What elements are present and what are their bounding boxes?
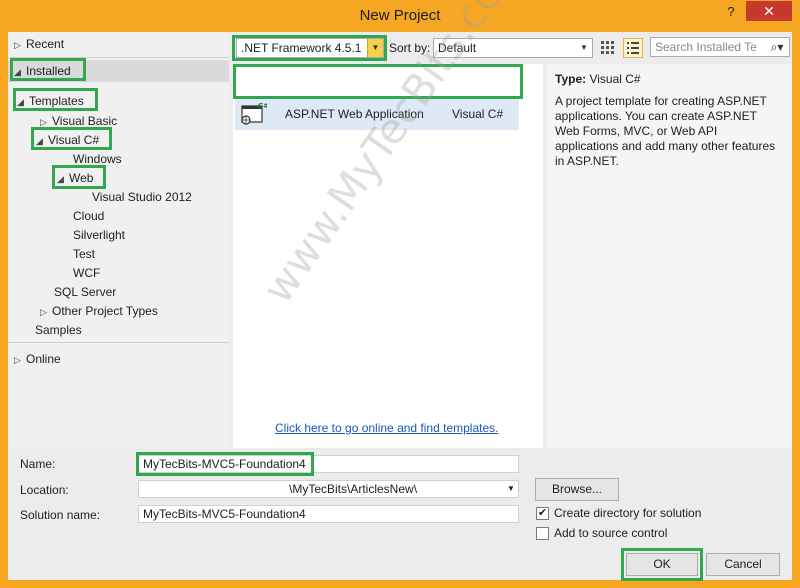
tree-item-online[interactable]: ▷ Online [14, 350, 61, 368]
template-type: Type: Visual C# [555, 72, 641, 86]
tree-item-label: Recent [26, 37, 65, 51]
find-templates-online-link[interactable]: Click here to go online and find templat… [275, 421, 498, 435]
template-list-panel: C# ASP.NET Web Application Visual C# www… [233, 0, 543, 448]
cancel-button[interactable]: Cancel [706, 553, 780, 576]
location-label: Location: [20, 483, 69, 497]
highlight-box [233, 64, 523, 99]
solution-name-label: Solution name: [20, 508, 101, 522]
template-description: A project template for creating ASP.NET … [555, 94, 776, 168]
tree-item-label: WCF [73, 266, 101, 280]
template-details-panel: Type: Visual C# A project template for c… [547, 64, 792, 448]
solution-name-input[interactable]: MyTecBits-MVC5-Foundation4 [138, 505, 519, 523]
browse-button[interactable]: Browse... [535, 478, 619, 501]
highlight-box [31, 127, 112, 150]
tree-item-samples[interactable]: Samples [35, 321, 82, 339]
title-bar: New Project ? ✕ [0, 0, 800, 33]
highlight-box [136, 452, 314, 476]
search-placeholder: Search Installed Te [655, 40, 757, 54]
location-value: \MyTecBits\ArticlesNew\ [289, 482, 418, 496]
search-input[interactable]: Search Installed Te ⌕▾ [650, 37, 790, 57]
web-app-icon: C# [241, 102, 269, 126]
template-language: Visual C# [452, 107, 504, 121]
tree-item-cloud[interactable]: Cloud [73, 207, 104, 225]
highlight-box [13, 88, 98, 111]
search-icon[interactable]: ⌕▾ [765, 38, 789, 56]
tree-item-label: Test [73, 247, 96, 261]
tree-item-label: Windows [73, 152, 122, 166]
close-button[interactable]: ✕ [746, 1, 792, 21]
template-category-tree: ▷ Recent ◢ Installed ◢ Templates ▷ Visual Ba… [8, 32, 229, 448]
source-control-label: Add to source control [554, 526, 668, 540]
tree-item-recent[interactable]: ▷ Recent [14, 35, 64, 53]
type-label: Type: [555, 72, 587, 86]
highlight-box [232, 35, 387, 61]
dropdown-arrow-icon[interactable]: ▼ [576, 39, 592, 57]
tree-item-label: Other Project Types [52, 304, 158, 318]
tree-item-label: SQL Server [54, 285, 117, 299]
tree-item-label: Online [26, 352, 61, 366]
location-dropdown[interactable]: \MyTecBits\ArticlesNew\ ▼ [138, 480, 519, 498]
expand-arrow-icon[interactable]: ▷ [14, 36, 26, 54]
window-title: New Project [359, 7, 441, 24]
tree-item-silverlight[interactable]: Silverlight [73, 226, 125, 244]
tree-item-wcf[interactable]: WCF [73, 264, 100, 282]
create-directory-label: Create directory for solution [554, 506, 702, 520]
tree-item-label: Visual Studio 2012 [92, 190, 192, 204]
tree-item-sql-server[interactable]: SQL Server [54, 283, 116, 301]
tree-item-label: Samples [35, 323, 82, 337]
expand-arrow-icon[interactable]: ▷ [40, 303, 52, 321]
tree-item-label: Cloud [73, 209, 105, 223]
highlight-box [52, 165, 106, 189]
dropdown-arrow-icon[interactable]: ▼ [504, 481, 518, 497]
new-project-dialog: New Project ? ✕ ▷ Recent ◢ Installed ◢ Temp… [0, 0, 800, 588]
type-value: Visual C# [589, 72, 641, 86]
highlight-box [621, 548, 703, 581]
dialog-client-area: ▷ Recent ◢ Installed ◢ Templates ▷ Visual Ba… [8, 0, 792, 581]
divider [8, 342, 229, 343]
name-label: Name: [20, 457, 56, 471]
source-control-checkbox[interactable] [536, 527, 549, 540]
tree-item-visual-studio-2012[interactable]: Visual Studio 2012 [92, 188, 192, 206]
create-directory-checkbox[interactable]: ✔ [536, 507, 549, 520]
small-icons-view-icon[interactable] [599, 39, 617, 57]
expand-arrow-icon[interactable]: ▷ [14, 351, 26, 369]
language-badge: C# [258, 102, 267, 110]
tree-item-other-project-types[interactable]: ▷ Other Project Types [40, 302, 158, 320]
help-button[interactable]: ? [722, 4, 740, 22]
tree-item-label: Silverlight [73, 228, 126, 242]
highlight-box [10, 58, 86, 81]
tree-item-test[interactable]: Test [73, 245, 95, 263]
list-view-icon[interactable] [623, 38, 643, 58]
tree-item-label: Visual Basic [52, 114, 118, 128]
